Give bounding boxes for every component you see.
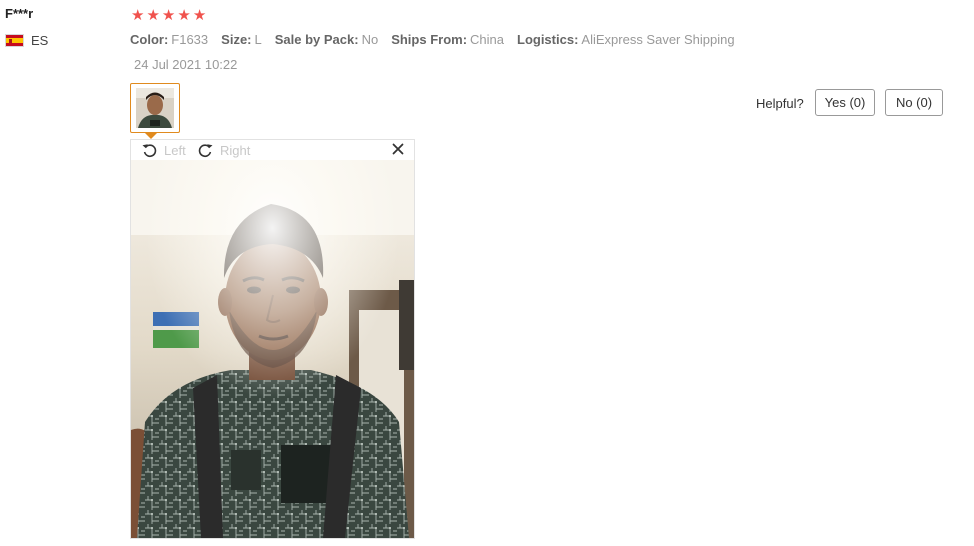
star-icon: ★: [131, 7, 145, 24]
sku-value: F1633: [171, 32, 209, 47]
sku-value: AliExpress Saver Shipping: [581, 32, 735, 47]
sku-label: Color:: [130, 32, 169, 47]
rotate-left-label: Left: [164, 142, 186, 158]
sku-value: No: [361, 32, 379, 47]
spain-flag-icon: [5, 34, 24, 47]
sku-info: Color: F1633 Size: L Sale by Pack: No Ships…: [130, 32, 748, 47]
country-code: ES: [31, 33, 49, 48]
sku-label: Ships From:: [391, 32, 468, 47]
sku-logistics: Logistics: AliExpress Saver Shipping: [517, 32, 735, 47]
close-viewer-button[interactable]: [390, 141, 406, 157]
sku-label: Size:: [221, 32, 252, 47]
sku-label: Sale by Pack:: [274, 32, 359, 47]
rotate-right-icon: [198, 144, 213, 158]
helpful-yes-button[interactable]: Yes (0): [815, 89, 875, 116]
review-date: 24 Jul 2021 10:22: [134, 57, 238, 72]
star-icon: ★: [192, 7, 207, 24]
helpful-no-button[interactable]: No (0): [885, 89, 943, 116]
star-icon: ★: [146, 7, 160, 24]
star-icon: ★: [177, 7, 191, 24]
reviewer-country: ES: [5, 33, 48, 48]
sku-value: L: [254, 32, 262, 47]
star-rating: ★ ★ ★ ★ ★: [131, 8, 206, 24]
star-icon: ★: [161, 7, 176, 24]
rotate-left-icon: [142, 144, 157, 158]
rotate-right-label: Right: [220, 142, 251, 158]
sku-label: Logistics:: [517, 32, 579, 47]
sku-size: Size: L: [221, 32, 262, 47]
sku-value: China: [470, 32, 504, 47]
sku-color: Color: F1633: [130, 32, 208, 47]
sku-ships-from: Ships From: China: [391, 32, 504, 47]
reviewer-name: F***r: [5, 6, 34, 21]
helpful-label: Helpful?: [756, 96, 804, 111]
review-photo: [131, 160, 414, 538]
rotate-left-button[interactable]: Left: [141, 142, 186, 158]
thumbnail-image: [136, 88, 174, 128]
rotate-right-button[interactable]: Right: [197, 142, 250, 158]
sku-sale-by-pack: Sale by Pack: No: [275, 32, 378, 47]
close-icon: [392, 143, 404, 155]
review-photo-thumbnail[interactable]: [130, 83, 180, 133]
